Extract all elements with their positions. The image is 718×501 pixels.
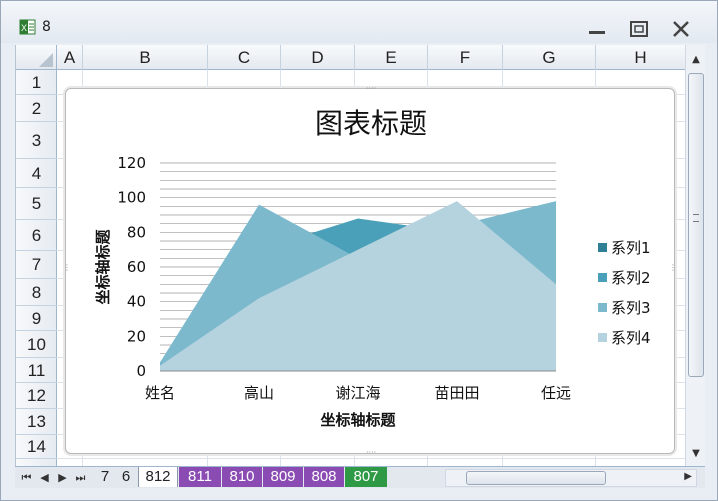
- x-tick-label: 高山: [244, 384, 274, 402]
- row-header-5[interactable]: 5: [16, 188, 57, 220]
- row-gridline: [57, 458, 685, 459]
- scroll-right-arrow-icon[interactable]: ▶: [684, 471, 692, 482]
- last-sheet-icon[interactable]: ⏭: [73, 469, 88, 487]
- row-header-6[interactable]: 6: [16, 220, 57, 251]
- column-header-d[interactable]: D: [281, 45, 355, 70]
- row-header-12[interactable]: 12: [16, 383, 57, 409]
- excel-window: X 8 ABCDEFGH 1 2 3 4 5 6 7 8 9 10 11 12 13 14: [0, 0, 718, 501]
- row-header-4[interactable]: 4: [16, 159, 57, 188]
- close-button[interactable]: [669, 19, 693, 39]
- sheet-tab-807[interactable]: 807: [345, 467, 387, 487]
- y-tick-label: 120: [117, 154, 146, 172]
- y-tick-label: 60: [127, 258, 146, 276]
- column-header-c[interactable]: C: [208, 45, 281, 70]
- row-header-8[interactable]: 8: [16, 279, 57, 306]
- x-axis-title: 坐标轴标题: [320, 411, 396, 429]
- legend-swatch-3: [598, 303, 607, 312]
- scroll-down-arrow-icon[interactable]: ▼: [686, 445, 706, 463]
- legend-label-1: 系列1: [611, 239, 651, 257]
- sheet-tab-6[interactable]: 6: [116, 467, 136, 487]
- horizontal-scroll-thumb[interactable]: [466, 471, 606, 485]
- area-chart: 020406080100120姓名 高山 谢江海 苗田田 任远图表标题坐标轴标题坐标轴标…: [94, 107, 651, 429]
- column-header-e[interactable]: E: [355, 45, 428, 70]
- restore-button[interactable]: [627, 19, 651, 39]
- row-header-11[interactable]: 11: [16, 358, 57, 383]
- prev-sheet-icon[interactable]: ◀: [37, 469, 52, 487]
- legend-label-3: 系列3: [611, 299, 651, 317]
- row-headers: 1 2 3 4 5 6 7 8 9 10 11 12 13 14: [16, 70, 57, 466]
- x-tick-label: 苗田田: [434, 384, 479, 402]
- legend-label-4: 系列4: [611, 329, 651, 347]
- row-header-10[interactable]: 10: [16, 331, 57, 358]
- chart-object[interactable]: ···· ···· ⋮ ⋮ 0 20 40 60 80 100 120 姓名 高山 谢江海 苗田田任…: [63, 85, 677, 457]
- vertical-scroll-thumb[interactable]: [688, 73, 704, 377]
- legend-swatch-1: [598, 243, 607, 252]
- sheet-tab-809[interactable]: 809: [263, 467, 303, 487]
- column-header-h[interactable]: H: [596, 45, 685, 70]
- sheet-tab-808[interactable]: 808: [304, 467, 344, 487]
- scroll-up-arrow-icon[interactable]: ▲: [686, 51, 706, 69]
- y-tick-label: 100: [117, 189, 146, 207]
- title-bar: X 8: [1, 1, 717, 43]
- window-title: 8: [42, 19, 51, 35]
- legend-swatch-2: [598, 273, 607, 282]
- x-tick-label: 任远: [541, 384, 571, 402]
- column-header-a[interactable]: A: [57, 45, 83, 70]
- row-header-2[interactable]: 2: [16, 95, 57, 122]
- sheet-tab-bar: ⏮ ◀ ▶ ⏭ 7 6 812 811 810 809 808 807 ▶: [15, 466, 705, 488]
- vertical-scrollbar[interactable]: ▲ ▼: [685, 45, 705, 466]
- legend-label-2: 系列2: [611, 269, 651, 287]
- sheet-tab-811[interactable]: 811: [179, 467, 221, 487]
- row-header-3[interactable]: 3: [16, 122, 57, 159]
- y-tick-label: 0: [136, 362, 146, 380]
- x-tick-label: 姓名: [145, 384, 175, 402]
- sheet-tab-810[interactable]: 810: [222, 467, 262, 487]
- excel-icon: X: [19, 18, 37, 36]
- first-sheet-icon[interactable]: ⏮: [19, 469, 34, 487]
- y-tick-label: 20: [127, 327, 146, 345]
- row-header-1[interactable]: 1: [16, 70, 57, 95]
- x-tick-label: 谢江海: [335, 384, 380, 402]
- legend-swatch-4: [598, 333, 607, 342]
- y-tick-label: 40: [127, 293, 146, 311]
- svg-text:X: X: [21, 23, 27, 33]
- minimize-button[interactable]: [585, 19, 609, 39]
- y-tick-label: 80: [127, 223, 146, 241]
- next-sheet-icon[interactable]: ▶: [55, 469, 70, 487]
- row-header-13[interactable]: 13: [16, 409, 57, 435]
- select-all-corner[interactable]: [16, 45, 57, 70]
- horizontal-scrollbar[interactable]: ▶: [445, 469, 697, 487]
- sheet-tab-812[interactable]: 812: [138, 467, 178, 487]
- row-header-7[interactable]: 7: [16, 251, 57, 279]
- y-axis-title: 坐标轴标题: [94, 229, 112, 305]
- row-header-9[interactable]: 9: [16, 306, 57, 331]
- column-header-b[interactable]: B: [83, 45, 208, 70]
- column-header-g[interactable]: G: [503, 45, 596, 70]
- sheet-tab-7[interactable]: 7: [95, 467, 115, 487]
- column-headers: ABCDEFGH: [16, 45, 685, 70]
- row-header-14[interactable]: 14: [16, 435, 57, 459]
- column-header-f[interactable]: F: [428, 45, 503, 70]
- chart-title: 图表标题: [315, 107, 427, 140]
